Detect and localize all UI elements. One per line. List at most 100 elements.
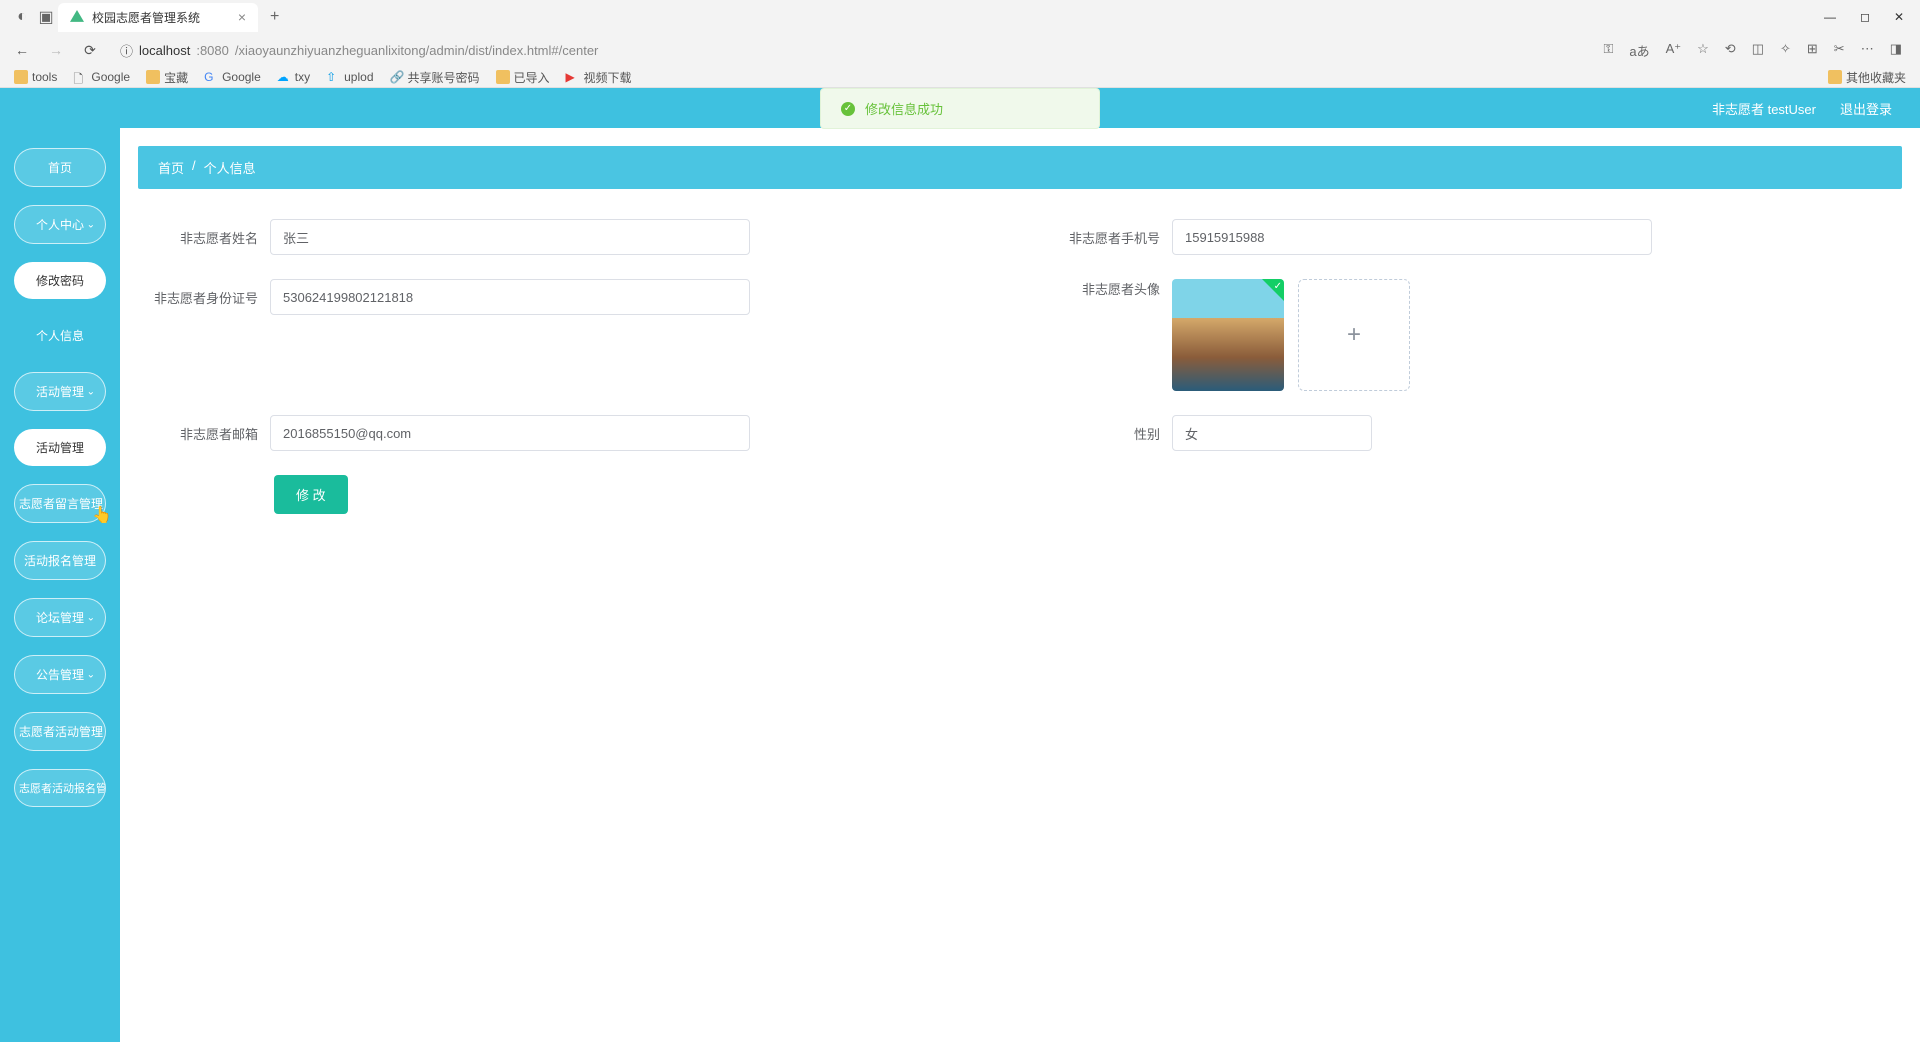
email-input[interactable]	[270, 415, 750, 451]
main-content: 首页 / 个人信息 非志愿者姓名 非志愿者手机号 非志愿者身份证号	[120, 128, 1920, 1042]
form-row-email: 非志愿者邮箱	[148, 415, 990, 451]
bookmark-share[interactable]: 🔗共享账号密码	[390, 69, 480, 86]
breadcrumb-separator: /	[192, 158, 196, 177]
sidebar-item-activity-sub[interactable]: 活动管理	[14, 429, 106, 466]
collections-icon[interactable]: ✧	[1780, 41, 1791, 60]
breadcrumb: 首页 / 个人信息	[138, 146, 1902, 189]
sidebar-item-activity-mgmt[interactable]: 活动管理⌄	[14, 372, 106, 411]
site-info-icon[interactable]: ⓘ	[120, 41, 133, 60]
bookmark-google[interactable]: 🗋Google	[73, 70, 130, 84]
video-icon: ▶	[566, 70, 580, 84]
extensions-icon[interactable]: ⊞	[1807, 41, 1818, 60]
sidebar-toggle-icon[interactable]: ◨	[1890, 41, 1902, 60]
logout-button[interactable]: 退出登录	[1840, 99, 1892, 118]
chevron-down-icon: ⌄	[87, 612, 95, 623]
breadcrumb-current: 个人信息	[204, 158, 256, 177]
breadcrumb-home[interactable]: 首页	[158, 158, 184, 177]
browser-tab[interactable]: 校园志愿者管理系统 ×	[58, 3, 258, 32]
app-root: 非志愿者 testUser 退出登录 ✓ 修改信息成功 首页 个人中心⌄ 修改密…	[0, 88, 1920, 1042]
new-tab-button[interactable]: +	[262, 8, 287, 26]
avatar-label: 非志愿者头像	[1050, 279, 1160, 298]
folder-icon	[14, 70, 28, 84]
sidebar-item-home[interactable]: 首页	[14, 148, 106, 187]
profile-form: 非志愿者姓名 非志愿者手机号 非志愿者身份证号 非志愿者头像	[138, 189, 1902, 544]
chevron-down-icon: ⌄	[87, 386, 95, 397]
folder-icon	[146, 70, 160, 84]
url-input[interactable]: ⓘ localhost :8080/xiaoyaunzhiyuanzheguanl…	[112, 37, 1593, 64]
url-host: localhost	[139, 43, 190, 58]
translate-icon[interactable]: aあ	[1629, 41, 1649, 60]
sidebar-item-personal[interactable]: 个人中心⌄	[14, 205, 106, 244]
other-bookmarks[interactable]: 其他收藏夹	[1828, 69, 1906, 86]
sidebar-item-volunteer-msg[interactable]: 志愿者留言管理	[14, 484, 106, 523]
phone-input[interactable]	[1172, 219, 1652, 255]
menu-icon[interactable]: ⋯	[1861, 41, 1874, 60]
page-icon: 🗋	[73, 70, 87, 84]
tab-close-icon[interactable]: ×	[238, 9, 246, 25]
cloud-icon: ☁	[277, 70, 291, 84]
bookmark-tools[interactable]: tools	[14, 70, 57, 84]
sidebar-item-profile[interactable]: 个人信息	[14, 317, 106, 354]
split-icon[interactable]: ◫	[1752, 41, 1764, 60]
sidebar-item-change-password[interactable]: 修改密码	[14, 262, 106, 299]
bookmark-imported[interactable]: 已导入	[496, 69, 550, 86]
phone-label: 非志愿者手机号	[1050, 228, 1160, 247]
chevron-down-icon: ⌄	[87, 669, 95, 680]
submit-button[interactable]: 修 改	[274, 475, 348, 514]
id-label: 非志愿者身份证号	[148, 288, 258, 307]
form-row-gender: 性别	[1050, 415, 1892, 451]
success-icon: ✓	[841, 102, 855, 116]
avatar-thumbnail[interactable]	[1172, 279, 1284, 391]
id-input[interactable]	[270, 279, 750, 315]
sidebar-item-notice[interactable]: 公告管理⌄	[14, 655, 106, 694]
bookmark-treasure[interactable]: 宝藏	[146, 69, 188, 86]
gender-label: 性别	[1050, 424, 1160, 443]
sidebar-item-signup-mgmt[interactable]: 活动报名管理	[14, 541, 106, 580]
folder-icon	[496, 70, 510, 84]
gender-select[interactable]	[1172, 415, 1372, 451]
tab-title: 校园志愿者管理系统	[92, 9, 200, 26]
folder-icon	[1828, 70, 1842, 84]
refresh-button[interactable]: ⟳	[78, 38, 102, 62]
success-toast: ✓ 修改信息成功	[820, 88, 1100, 129]
minimize-icon[interactable]: —	[1824, 10, 1836, 24]
bookmark-uplod[interactable]: ⇧uplod	[326, 70, 373, 84]
close-window-icon[interactable]: ✕	[1894, 10, 1904, 24]
sidebar-item-vol-signup[interactable]: 志愿者活动报名管理	[14, 769, 106, 807]
favorite-icon[interactable]: ☆	[1697, 41, 1709, 60]
bookmark-video[interactable]: ▶视频下载	[566, 69, 632, 86]
sidebar: 首页 个人中心⌄ 修改密码 个人信息 活动管理⌄ 活动管理 志愿者留言管理 活动…	[0, 128, 120, 1042]
form-row-submit: 修 改	[148, 475, 990, 514]
sync-icon[interactable]: ⟲	[1725, 41, 1736, 60]
name-label: 非志愿者姓名	[148, 228, 258, 247]
url-path: /xiaoyaunzhiyuanzheguanlixitong/admin/di…	[235, 43, 599, 58]
profile-icon[interactable]: ◐	[14, 9, 30, 25]
name-input[interactable]	[270, 219, 750, 255]
toast-message: 修改信息成功	[865, 99, 943, 118]
share-icon: 🔗	[390, 70, 404, 84]
form-row-phone: 非志愿者手机号	[1050, 219, 1892, 255]
upload-icon: ⇧	[326, 70, 340, 84]
forward-button[interactable]: →	[44, 38, 68, 62]
sidebar-item-vol-activity[interactable]: 志愿者活动管理	[14, 712, 106, 751]
check-icon	[1262, 279, 1284, 301]
tabs-overview-icon[interactable]: ▣	[38, 9, 54, 25]
avatar-upload-button[interactable]: +	[1298, 279, 1410, 391]
back-button[interactable]: ←	[10, 38, 34, 62]
read-aloud-icon[interactable]: A⁺	[1666, 41, 1682, 60]
google-icon: G	[204, 70, 218, 84]
url-port: :8080	[196, 43, 229, 58]
sidebar-item-forum[interactable]: 论坛管理⌄	[14, 598, 106, 637]
bookmarks-bar: tools 🗋Google 宝藏 GGoogle ☁txy ⇧uplod 🔗共享…	[0, 66, 1920, 88]
tab-favicon-icon	[70, 10, 84, 24]
bookmark-google2[interactable]: GGoogle	[204, 70, 261, 84]
form-row-avatar: 非志愿者头像 +	[1050, 279, 1892, 391]
clip-icon[interactable]: ✂	[1834, 41, 1845, 60]
tab-bar: ◐ ▣ 校园志愿者管理系统 × + — ◻ ✕	[0, 0, 1920, 34]
address-bar: ← → ⟳ ⓘ localhost :8080/xiaoyaunzhiyuanzh…	[0, 34, 1920, 66]
bookmark-txy[interactable]: ☁txy	[277, 70, 310, 84]
maximize-icon[interactable]: ◻	[1860, 10, 1870, 24]
form-row-name: 非志愿者姓名	[148, 219, 990, 255]
password-icon[interactable]: ⚿	[1603, 41, 1613, 60]
user-info[interactable]: 非志愿者 testUser	[1712, 99, 1816, 118]
